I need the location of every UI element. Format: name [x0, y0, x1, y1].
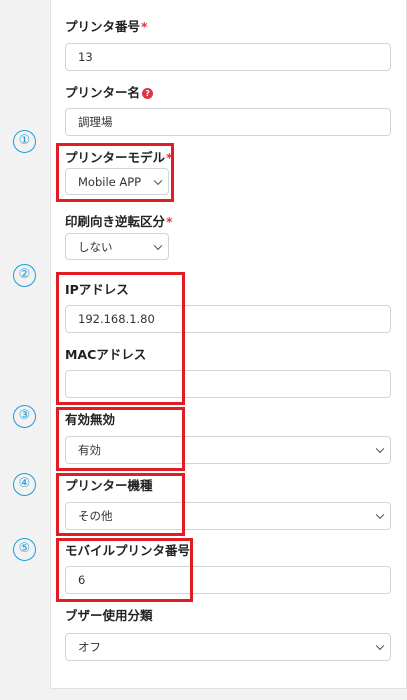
printer-type-value: その他 — [78, 509, 113, 523]
buzzer-select[interactable]: オフ — [65, 633, 391, 661]
required-mark: * — [141, 19, 148, 34]
print-direction-select[interactable]: しない — [65, 233, 169, 260]
buzzer-label: ブザー使用分類 — [65, 608, 153, 623]
printer-name-input[interactable]: 調理場 — [65, 108, 391, 136]
chevron-down-icon — [153, 241, 163, 250]
printer-model-label: プリンターモデル* — [65, 150, 173, 165]
printer-number-label: プリンタ番号* — [65, 19, 148, 34]
chevron-down-icon — [375, 444, 385, 454]
required-mark: * — [166, 214, 173, 229]
mac-address-label: MACアドレス — [65, 347, 147, 362]
ip-address-label: IPアドレス — [65, 282, 129, 297]
printer-model-select[interactable]: Mobile APP — [65, 168, 169, 195]
marker-1: ① — [13, 130, 36, 153]
ip-address-input[interactable]: 192.168.1.80 — [65, 305, 391, 333]
print-direction-value: しない — [78, 239, 113, 254]
mobile-printer-number-label: モバイルプリンタ番号 — [65, 543, 191, 558]
question-circle-icon[interactable]: ? — [142, 88, 154, 99]
marker-3: ③ — [13, 405, 36, 428]
enabled-value: 有効 — [78, 443, 101, 457]
marker-5: ⑤ — [13, 538, 36, 561]
buzzer-value: オフ — [78, 640, 101, 654]
marker-4: ④ — [13, 473, 36, 496]
printer-model-value: Mobile APP — [78, 174, 142, 189]
enabled-label: 有効無効 — [65, 412, 116, 427]
mobile-printer-number-input[interactable]: 6 — [65, 566, 391, 594]
printer-type-select[interactable]: その他 — [65, 502, 391, 530]
chevron-down-icon — [153, 176, 163, 185]
chevron-down-icon — [375, 641, 385, 651]
mac-address-input[interactable] — [65, 370, 391, 398]
marker-2: ② — [13, 264, 36, 287]
print-direction-label: 印刷向き逆転区分* — [65, 214, 173, 229]
printer-name-label: プリンター名? — [65, 85, 154, 101]
chevron-down-icon — [375, 510, 385, 520]
printer-number-input[interactable]: 13 — [65, 43, 391, 71]
required-mark: * — [166, 150, 173, 165]
printer-type-label: プリンター機種 — [65, 478, 153, 493]
enabled-select[interactable]: 有効 — [65, 436, 391, 464]
